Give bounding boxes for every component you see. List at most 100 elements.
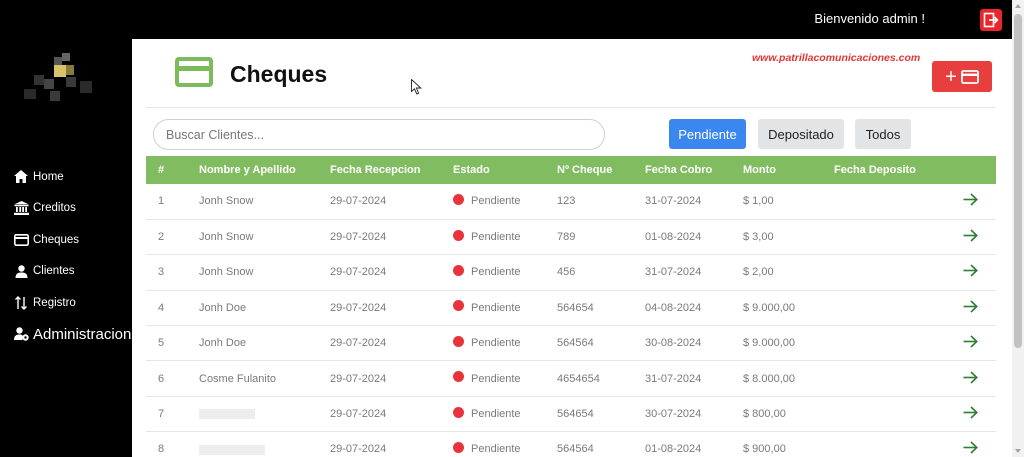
cell-fecha-recepcion: 29-07-2024 — [330, 301, 387, 314]
table-row: 7 29-07-2024 Pendiente 564654 30-07-2024… — [146, 396, 996, 432]
cell-estado: Pendiente — [441, 432, 545, 457]
add-cheque-button[interactable]: + — [932, 61, 992, 92]
scrollbar[interactable] — [1012, 0, 1024, 457]
cell-number: 7 — [158, 408, 165, 421]
cell-action — [932, 184, 996, 219]
arrow-right-icon[interactable] — [963, 371, 978, 384]
sidebar-item-label: Clientes — [33, 265, 75, 278]
card-icon — [175, 57, 213, 87]
sidebar-item-administracion[interactable]: Administracion — [0, 319, 132, 351]
table-header-row: # Nombre y Apellido Fecha Recepcion Esta… — [146, 156, 996, 184]
status-text: Pendiente — [471, 301, 521, 314]
status-text: Pendiente — [471, 372, 521, 385]
cell-fecha-cobro: 01-08-2024 — [645, 443, 702, 456]
cell-fecha-deposito — [822, 184, 932, 219]
table-row: 2 Jonh Snow 29-07-2024 Pendiente 789 01-… — [146, 219, 996, 255]
filter-todos-button[interactable]: Todos — [855, 119, 911, 149]
cell-fecha-cobro: 31-07-2024 — [645, 266, 702, 279]
logout-button[interactable] — [980, 9, 1002, 31]
sort-arrows-icon — [13, 295, 29, 311]
bank-icon — [13, 200, 29, 216]
cell-fecha-recepcion: 29-07-2024 — [330, 337, 387, 350]
cell-fecha-cobro: 01-08-2024 — [645, 231, 702, 244]
column-header: # — [158, 164, 165, 176]
sidebar-item-creditos[interactable]: Creditos — [0, 193, 132, 225]
cell-numero-cheque: 789 — [557, 231, 576, 244]
cell-nombre: Jonh Doe — [199, 337, 247, 350]
sidebar-item-label: Administracion — [33, 325, 132, 343]
cell-nombre: Cosme Fulanito — [199, 372, 277, 385]
status-text: Pendiente — [471, 231, 521, 244]
cell-fecha-cobro: 30-08-2024 — [645, 337, 702, 350]
cell-fecha-deposito — [822, 361, 932, 396]
cell-numero-cheque: 564654 — [557, 301, 594, 314]
cell-number: 8 — [158, 443, 165, 456]
cell-number: 4 — [158, 301, 165, 314]
sidebar-item-cheques[interactable]: Cheques — [0, 224, 132, 256]
status-dot-icon — [453, 193, 464, 205]
cell-number: 3 — [158, 266, 165, 279]
sidebar-item-registro[interactable]: Registro — [0, 287, 132, 319]
cell-estado: Pendiente — [441, 290, 545, 325]
table-row: 1 Jonh Snow 29-07-2024 Pendiente 123 31-… — [146, 184, 996, 220]
table-row: 5 Jonh Doe 29-07-2024 Pendiente 564564 3… — [146, 326, 996, 361]
cell-numero-cheque: 123 — [557, 195, 576, 208]
arrow-right-icon[interactable] — [963, 264, 978, 278]
filter-depositado-button[interactable]: Depositado — [758, 119, 844, 149]
watermark: www.patrillacomunicaciones.com — [752, 52, 921, 64]
cell-fecha-cobro: 30-07-2024 — [645, 408, 702, 421]
logout-icon — [983, 12, 999, 28]
table-row: 6 Cosme Fulanito 29-07-2024 Pendiente 46… — [146, 361, 996, 397]
column-header: Fecha Cobro — [645, 164, 713, 176]
arrow-right-icon[interactable] — [963, 229, 978, 242]
arrow-right-icon[interactable] — [963, 300, 978, 313]
cell-estado: Pendiente — [441, 326, 545, 361]
cell-number: 2 — [158, 231, 165, 244]
search-input[interactable] — [153, 119, 605, 150]
cell-estado: Pendiente — [441, 255, 545, 290]
arrow-right-icon[interactable] — [963, 193, 978, 207]
cell-action — [932, 255, 996, 290]
status-dot-icon — [453, 371, 464, 383]
cell-numero-cheque: 564654 — [557, 408, 594, 421]
scroll-thumb[interactable] — [1014, 14, 1022, 348]
status-text: Pendiente — [471, 195, 521, 208]
scroll-up-icon[interactable] — [1015, 4, 1021, 8]
status-dot-icon — [453, 265, 464, 277]
redacted-name — [199, 409, 255, 420]
cell-fecha-deposito — [822, 290, 932, 325]
sidebar-item-clientes[interactable]: Clientes — [0, 256, 132, 288]
sidebar-item-home[interactable]: Home — [0, 161, 132, 193]
filter-pendiente-button[interactable]: Pendiente — [669, 119, 746, 149]
column-header: Monto — [743, 164, 776, 176]
sidebar-nav: Home Creditos Cheques Clientes Registro — [0, 161, 132, 350]
column-header: Estado — [453, 164, 490, 176]
cell-fecha-deposito — [822, 255, 932, 290]
table-row: 3 Jonh Snow 29-07-2024 Pendiente 456 31-… — [146, 255, 996, 291]
sidebar-item-label: Creditos — [33, 202, 76, 215]
cheques-table: # Nombre y Apellido Fecha Recepcion Esta… — [146, 156, 996, 457]
table-row: 8 29-07-2024 Pendiente 564564 01-08-2024… — [146, 432, 996, 457]
cell-fecha-deposito — [822, 219, 932, 254]
cell-nombre: Jonh Snow — [199, 231, 254, 244]
cell-fecha-recepcion: 29-07-2024 — [330, 443, 387, 456]
scroll-down-icon[interactable] — [1015, 449, 1021, 453]
arrow-right-icon[interactable] — [963, 335, 978, 348]
table-body: 1 Jonh Snow 29-07-2024 Pendiente 123 31-… — [146, 184, 996, 457]
column-header: Fecha Recepcion — [330, 164, 421, 176]
cell-monto: $ 900,00 — [743, 443, 786, 456]
arrow-right-icon[interactable] — [963, 406, 978, 419]
cell-numero-cheque: 564564 — [557, 337, 594, 350]
arrow-right-icon[interactable] — [963, 441, 978, 455]
cell-fecha-deposito — [822, 432, 932, 457]
sidebar-item-label: Cheques — [33, 233, 80, 246]
cell-estado: Pendiente — [441, 184, 545, 219]
sidebar: Home Creditos Cheques Clientes Registro — [0, 39, 132, 457]
status-text: Pendiente — [471, 266, 521, 279]
column-header: Fecha Deposito — [834, 164, 916, 176]
cell-action — [932, 219, 996, 254]
cell-action — [932, 290, 996, 325]
status-dot-icon — [453, 441, 464, 453]
status-text: Pendiente — [471, 408, 521, 421]
top-bar: Bienvenido admin ! — [0, 0, 1012, 39]
